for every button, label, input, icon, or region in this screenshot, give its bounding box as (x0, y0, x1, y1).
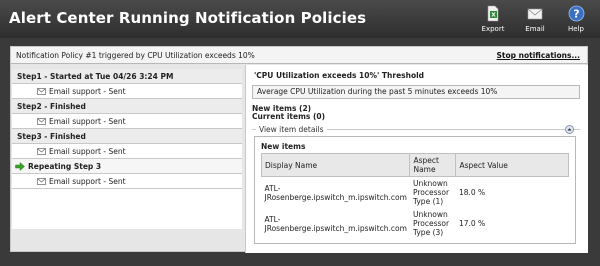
column-header[interactable]: Aspect Value (455, 153, 569, 177)
table-row[interactable]: ATL-JRosenberge.ipswitch_m.ipswitch.com … (262, 208, 569, 239)
table-header-row: Display Name Aspect Name Aspect Value (260, 153, 569, 177)
step-label: Step1 - Started at Tue 04/26 3:24 PM (17, 72, 174, 81)
display-name-cell: ATL-JRosenberge.ipswitch_m.ipswitch.com (264, 214, 407, 233)
item-details-section: View item details New items Display Name… (252, 125, 580, 249)
step-header[interactable]: Step2 - Finished (12, 99, 242, 114)
email-button[interactable]: Email (520, 5, 550, 35)
export-icon: X (487, 5, 499, 22)
aspect-name-cell: Unknown Processor Type (3) (412, 210, 450, 237)
envelope-icon (37, 178, 46, 185)
threshold-description: Average CPU Utilization during the past … (252, 85, 580, 99)
aspect-value-cell: 18.0 % (458, 188, 486, 197)
step-action[interactable]: Email support - Sent (12, 114, 242, 129)
step-action-label: Email support - Sent (49, 147, 126, 156)
aspect-value-cell: 17.0 % (458, 219, 486, 228)
panel-header: Notification Policy #1 triggered by CPU … (11, 47, 587, 64)
table-row[interactable]: ATL-JRosenberge.ipswitch_m.ipswitch.com … (262, 177, 569, 209)
step-action-label: Email support - Sent (49, 87, 126, 96)
view-item-details-label: View item details (256, 125, 327, 134)
stop-notifications-link[interactable]: Stop notifications... (497, 51, 581, 60)
help-icon: ? (568, 5, 584, 22)
step-action[interactable]: Email support - Sent (12, 144, 242, 159)
help-label: Help (568, 25, 584, 33)
threshold-title: 'CPU Utilization exceeds 10%' Threshold (254, 71, 425, 80)
step-action[interactable]: Email support - Sent (12, 174, 242, 189)
notification-panel: Notification Policy #1 triggered by CPU … (10, 46, 588, 253)
email-label: Email (525, 25, 545, 33)
display-name-cell: ATL-JRosenberge.ipswitch_m.ipswitch.com (264, 183, 407, 202)
step-label: Step2 - Finished (17, 102, 86, 111)
envelope-icon (37, 88, 46, 95)
export-button[interactable]: X Export (478, 5, 508, 35)
current-items-count: Current items (0) (252, 112, 326, 121)
help-button[interactable]: ? Help (561, 5, 591, 35)
panel-title: Notification Policy #1 triggered by CPU … (16, 51, 255, 60)
app-title: Alert Center Running Notification Polici… (9, 9, 367, 27)
green-arrow-icon (15, 162, 25, 171)
step-header[interactable]: Step3 - Finished (12, 129, 242, 144)
envelope-icon (37, 148, 46, 155)
svg-text:?: ? (573, 8, 579, 21)
item-details-box: New items Display Name Aspect Name Aspec… (254, 136, 576, 244)
title-bar: Alert Center Running Notification Polici… (0, 0, 600, 38)
threshold-detail: 'CPU Utilization exceeds 10%' Threshold … (245, 65, 588, 253)
step-header[interactable]: Step1 - Started at Tue 04/26 3:24 PM (12, 69, 242, 84)
step-action-label: Email support - Sent (49, 177, 126, 186)
step-label: Step3 - Finished (17, 132, 86, 141)
new-items-label: New items (261, 142, 306, 151)
step-header-active[interactable]: Repeating Step 3 (12, 159, 242, 174)
collapse-icon[interactable] (565, 125, 574, 134)
items-table: Display Name Aspect Name Aspect Value AT… (260, 153, 569, 239)
step-action[interactable]: Email support - Sent (12, 84, 242, 99)
aspect-name-cell: Unknown Processor Type (1) (412, 179, 450, 206)
export-label: Export (481, 25, 505, 33)
column-header[interactable]: Aspect Name (409, 153, 457, 177)
envelope-icon (37, 118, 46, 125)
column-header[interactable]: Display Name (260, 153, 411, 177)
step-label: Repeating Step 3 (28, 162, 102, 171)
steps-list: Step1 - Started at Tue 04/26 3:24 PM Ema… (12, 69, 242, 229)
email-icon (527, 8, 543, 20)
step-action-label: Email support - Sent (49, 117, 126, 126)
